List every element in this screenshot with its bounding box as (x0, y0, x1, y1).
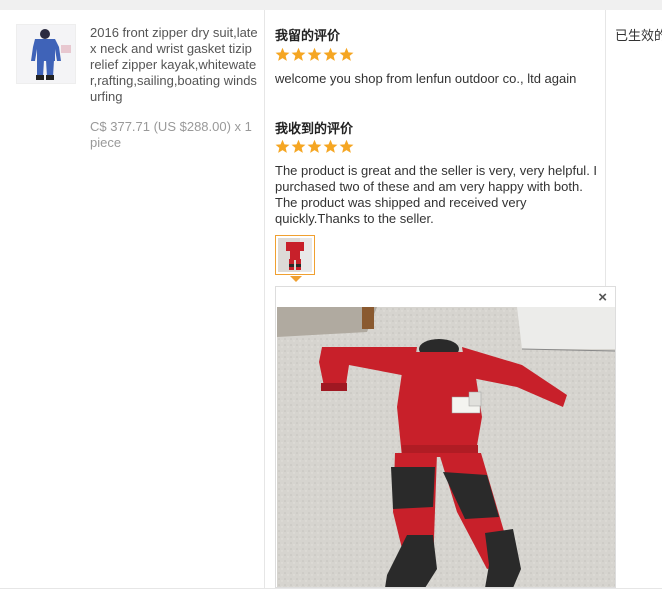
star-icon (323, 47, 338, 61)
feedback-photo-thumbnail[interactable] (275, 235, 315, 275)
product-title[interactable]: 2016 front zipper dry suit,latex neck an… (90, 25, 258, 105)
my-feedback-text: welcome you shop from lenfun outdoor co.… (275, 71, 577, 86)
received-feedback-text: The product is great and the seller is v… (275, 163, 598, 226)
star-icon (291, 47, 306, 61)
star-icon (275, 139, 290, 153)
close-icon[interactable]: × (598, 290, 607, 306)
top-bar (0, 0, 662, 10)
column-divider (605, 10, 606, 288)
star-icon (307, 139, 322, 153)
star-icon (339, 139, 354, 153)
received-feedback-rating (275, 139, 354, 155)
product-thumbnail[interactable] (16, 24, 76, 84)
column-divider (264, 10, 265, 588)
feedback-photo (277, 307, 615, 587)
photo-viewer: × (275, 286, 616, 588)
star-icon (291, 139, 306, 153)
my-feedback-rating (275, 47, 354, 63)
star-icon (307, 47, 322, 61)
star-icon (275, 47, 290, 61)
row-divider (0, 588, 662, 589)
star-icon (323, 139, 338, 153)
star-icon (339, 47, 354, 61)
product-price: C$ 377.71 (US $288.00) x 1 piece (90, 119, 252, 150)
my-feedback-heading: 我留的评价 (275, 28, 341, 43)
received-feedback-heading: 我收到的评价 (275, 121, 354, 136)
status-text: 已生效的 (615, 28, 662, 43)
thumbnail-pointer (290, 276, 302, 282)
